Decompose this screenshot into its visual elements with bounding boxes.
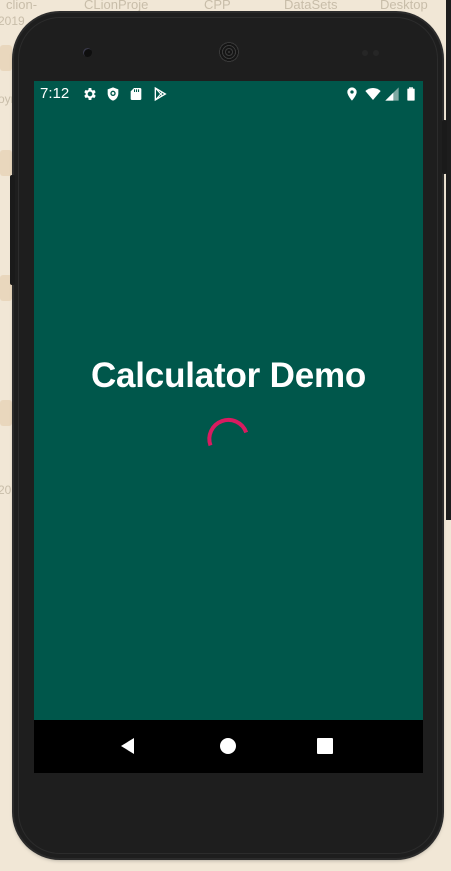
desktop-label-desktop: Desktop <box>380 0 428 12</box>
navigation-bar <box>34 720 423 773</box>
home-button[interactable] <box>216 734 240 758</box>
loading-spinner <box>207 417 249 447</box>
signal-icon <box>385 87 399 101</box>
back-button[interactable] <box>116 734 140 758</box>
shield-icon <box>107 87 119 101</box>
volume-button[interactable] <box>10 175 15 285</box>
app-screen: 7:12 Calculator Demo <box>34 81 423 773</box>
desktop-icon-tile <box>0 400 12 426</box>
app-title: Calculator Demo <box>90 356 367 395</box>
status-bar: 7:12 <box>34 81 423 106</box>
battery-icon <box>407 87 415 101</box>
desktop-label-clionprojects: CLionProje <box>84 0 149 12</box>
sd-card-icon <box>130 88 142 100</box>
recents-button[interactable] <box>313 734 337 758</box>
earpiece-speaker <box>219 42 239 62</box>
desktop-fragment: oyr <box>0 92 15 106</box>
window-edge <box>446 0 451 520</box>
wifi-icon <box>365 88 381 100</box>
desktop-label-clion: clion- <box>6 0 38 12</box>
power-button[interactable] <box>442 120 447 174</box>
front-camera <box>83 48 92 57</box>
desktop-fragment: 2019 <box>0 14 25 28</box>
play-store-icon <box>154 86 167 102</box>
status-time: 7:12 <box>40 85 70 102</box>
proximity-sensor <box>362 50 368 56</box>
desktop-label-datasets: DataSets <box>284 0 338 12</box>
desktop-label-cpp: CPP <box>204 0 231 12</box>
settings-icon <box>84 88 96 100</box>
location-icon <box>347 87 357 101</box>
desktop-icon-tile <box>0 150 12 176</box>
light-sensor <box>373 50 379 56</box>
desktop-icon-tile <box>0 45 12 71</box>
